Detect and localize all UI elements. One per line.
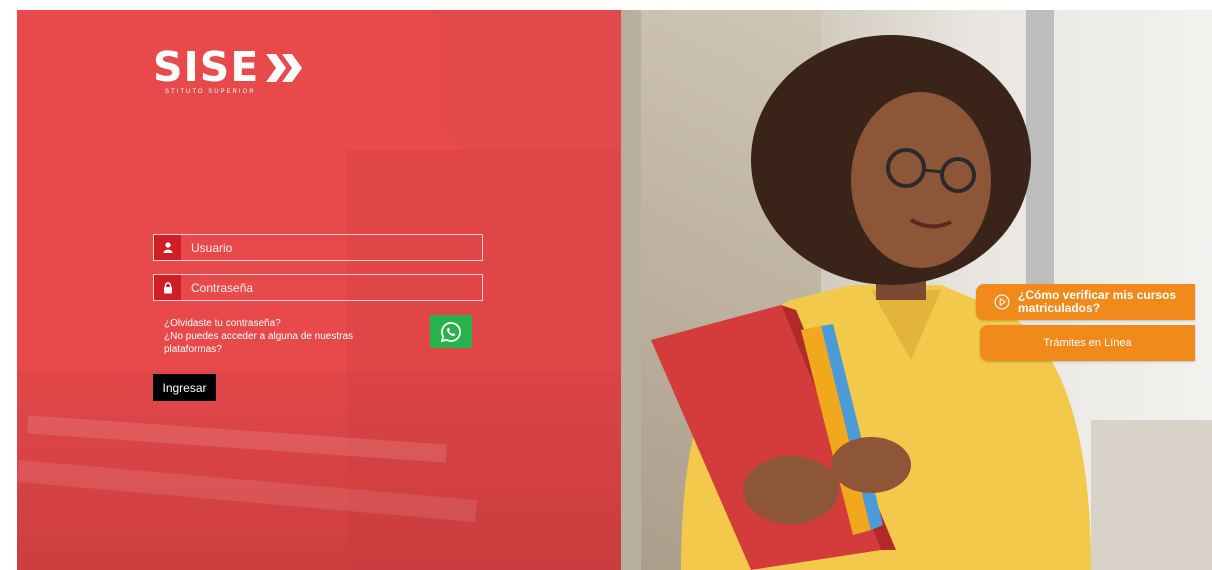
username-field [153, 234, 483, 261]
help-links: ¿Olvidaste tu contraseña? ¿No puedes acc… [164, 317, 394, 356]
forgot-password-link[interactable]: ¿Olvidaste tu contraseña? [164, 317, 394, 330]
whatsapp-icon [440, 321, 461, 342]
password-input[interactable] [181, 274, 482, 301]
chevron-right-icon [266, 54, 302, 82]
lock-icon [154, 275, 181, 300]
login-panel: SISE STITUTO SUPERIOR ¿Olvidaste tu cont… [17, 10, 621, 570]
password-field [153, 274, 483, 301]
verify-courses-button[interactable]: ¿Cómo verificar mis cursos matriculados? [976, 284, 1195, 320]
tramites-button[interactable]: Trámites en Línea [980, 325, 1195, 361]
whatsapp-button[interactable] [430, 315, 472, 348]
cant-access-link[interactable]: ¿No puedes acceder a alguna de nuestras … [164, 330, 394, 356]
user-icon [154, 235, 181, 260]
username-input[interactable] [181, 234, 482, 261]
login-button[interactable]: Ingresar [153, 374, 216, 401]
verify-courses-label: ¿Cómo verificar mis cursos matriculados? [1018, 288, 1177, 315]
logo-wordmark: SISE [153, 43, 260, 91]
sise-logo: SISE STITUTO SUPERIOR [153, 43, 302, 95]
logo-tagline: STITUTO SUPERIOR [165, 89, 256, 95]
play-circle-icon [994, 294, 1010, 310]
